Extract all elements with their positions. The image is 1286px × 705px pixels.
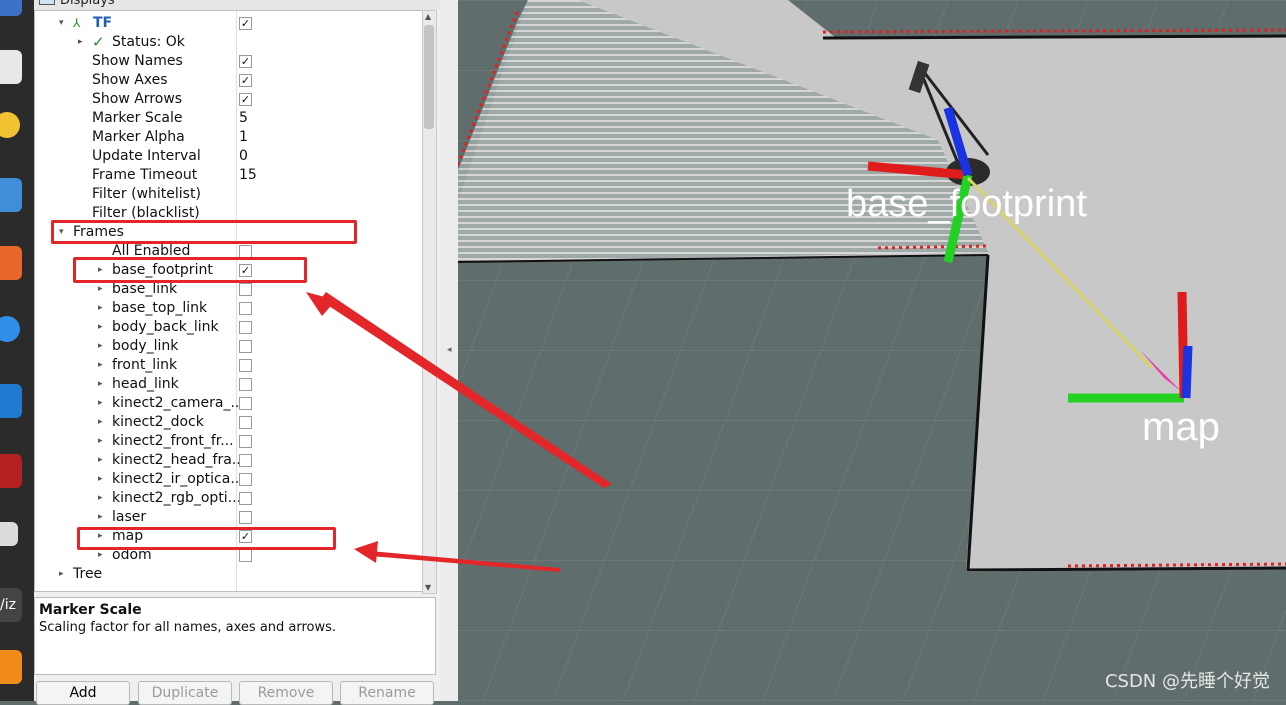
annotation-arrows — [306, 292, 612, 572]
annotation-arrow-1-head — [306, 292, 336, 316]
annotation-arrow-2 — [370, 551, 560, 572]
annotation-arrow-2-head — [354, 541, 378, 563]
annotation-arrow-1 — [320, 292, 612, 488]
